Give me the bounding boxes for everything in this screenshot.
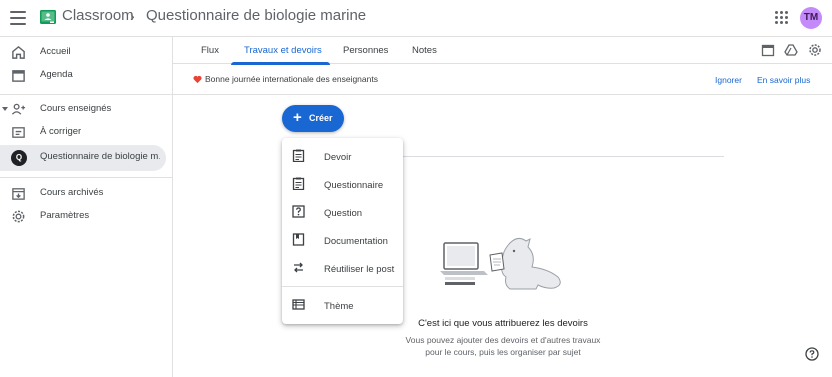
- class-avatar: Q: [11, 150, 27, 166]
- sidebar-divider: [0, 177, 173, 178]
- sidebar-item-label: Questionnaire de biologie m…: [40, 151, 160, 162]
- tab-label: Notes: [412, 45, 437, 56]
- tab-label: Travaux et devoirs: [244, 45, 322, 56]
- classroom-logo-icon: [40, 10, 56, 24]
- settings-icon: [12, 210, 25, 223]
- breadcrumb-separator: ›: [130, 8, 135, 24]
- assignment-icon: [292, 149, 305, 162]
- drive-icon[interactable]: [784, 43, 798, 57]
- sidebar-item-to-review[interactable]: À corriger: [0, 120, 166, 146]
- menu-item-label: Questionnaire: [324, 180, 384, 191]
- sidebar-divider: [0, 94, 173, 95]
- material-icon: [292, 233, 305, 246]
- sidebar-item-label: Cours enseignés: [40, 103, 112, 114]
- quiz-assignment-icon: [292, 177, 305, 190]
- sidebar-item-label: Paramètres: [40, 210, 90, 221]
- menu-item-topic[interactable]: Thème: [282, 291, 403, 319]
- sidebar-item-label: Cours archivés: [40, 187, 104, 198]
- tab-label: Flux: [201, 45, 219, 56]
- menu-item-reuse-post[interactable]: Réutiliser le post: [282, 254, 403, 282]
- sidebar: Accueil Agenda Cours enseignés À corrige…: [0, 37, 173, 377]
- tab-grades[interactable]: Notes: [403, 37, 445, 64]
- tab-stream[interactable]: Flux: [191, 37, 231, 64]
- topic-icon: [292, 299, 305, 310]
- create-button[interactable]: + Créer: [282, 105, 344, 132]
- dismiss-link[interactable]: Ignorer: [715, 75, 742, 85]
- sidebar-item-calendar[interactable]: Agenda: [0, 63, 166, 89]
- create-menu: Devoir Questionnaire Question Documentat…: [282, 138, 403, 324]
- todo-icon: [12, 127, 25, 138]
- tab-classwork[interactable]: Travaux et devoirs: [231, 37, 331, 65]
- empty-state-description: Vous pouvez ajouter des devoirs et d'aut…: [380, 334, 626, 358]
- empty-state-description-line: pour le cours, puis les organiser par su…: [425, 347, 581, 357]
- help-icon[interactable]: [805, 347, 819, 361]
- menu-item-label: Devoir: [324, 152, 352, 163]
- learn-more-link[interactable]: En savoir plus: [757, 75, 810, 85]
- sidebar-item-settings[interactable]: Paramètres: [0, 204, 166, 230]
- announcement-banner: Bonne journée internationale des enseign…: [173, 64, 832, 95]
- question-icon: [292, 205, 305, 218]
- empty-state-description-line: Vous pouvez ajouter des devoirs et d'aut…: [405, 335, 601, 345]
- sidebar-item-label: À corriger: [40, 126, 82, 137]
- plus-icon: +: [293, 109, 302, 126]
- course-title[interactable]: Questionnaire de biologie marine: [146, 7, 366, 24]
- empty-state-illustration: [440, 237, 561, 290]
- create-button-label: Créer: [309, 113, 333, 123]
- menu-item-assignment[interactable]: Devoir: [282, 142, 403, 170]
- menu-item-question[interactable]: Question: [282, 198, 403, 226]
- tab-people[interactable]: Personnes: [333, 37, 395, 64]
- empty-state-title: C'est ici que vous attribuerez les devoi…: [418, 318, 588, 329]
- archive-icon: [12, 188, 25, 200]
- menu-item-quiz[interactable]: Questionnaire: [282, 170, 403, 198]
- settings-icon[interactable]: [808, 43, 822, 57]
- menu-item-label: Documentation: [324, 236, 388, 247]
- menu-item-label: Réutiliser le post: [324, 264, 395, 275]
- sidebar-item-current-class[interactable]: Q Questionnaire de biologie m…: [0, 145, 166, 171]
- calendar-icon: [12, 70, 25, 82]
- google-apps-button[interactable]: [775, 11, 789, 25]
- sidebar-item-label: Accueil: [40, 46, 71, 57]
- class-tabs: Flux Travaux et devoirs Personnes Notes: [173, 37, 832, 65]
- people-icon: [11, 103, 26, 115]
- menu-item-material[interactable]: Documentation: [282, 226, 403, 254]
- menu-divider: [282, 286, 403, 287]
- home-icon: [12, 45, 25, 59]
- menu-item-label: Thème: [324, 301, 354, 312]
- account-avatar[interactable]: TM: [800, 7, 822, 29]
- app-title[interactable]: Classroom: [62, 7, 134, 24]
- topic-divider: [403, 156, 724, 157]
- sidebar-item-label: Agenda: [40, 69, 73, 80]
- top-app-bar: Classroom › Questionnaire de biologie ma…: [0, 0, 832, 37]
- menu-item-label: Question: [324, 208, 363, 219]
- calendar-icon[interactable]: [761, 43, 775, 57]
- reuse-icon: [294, 262, 303, 273]
- banner-message: Bonne journée internationale des enseign…: [205, 74, 378, 84]
- main-menu-button[interactable]: [10, 11, 26, 25]
- expand-caret-icon[interactable]: [2, 107, 8, 111]
- heart-icon: [193, 75, 202, 84]
- tab-label: Personnes: [343, 45, 389, 56]
